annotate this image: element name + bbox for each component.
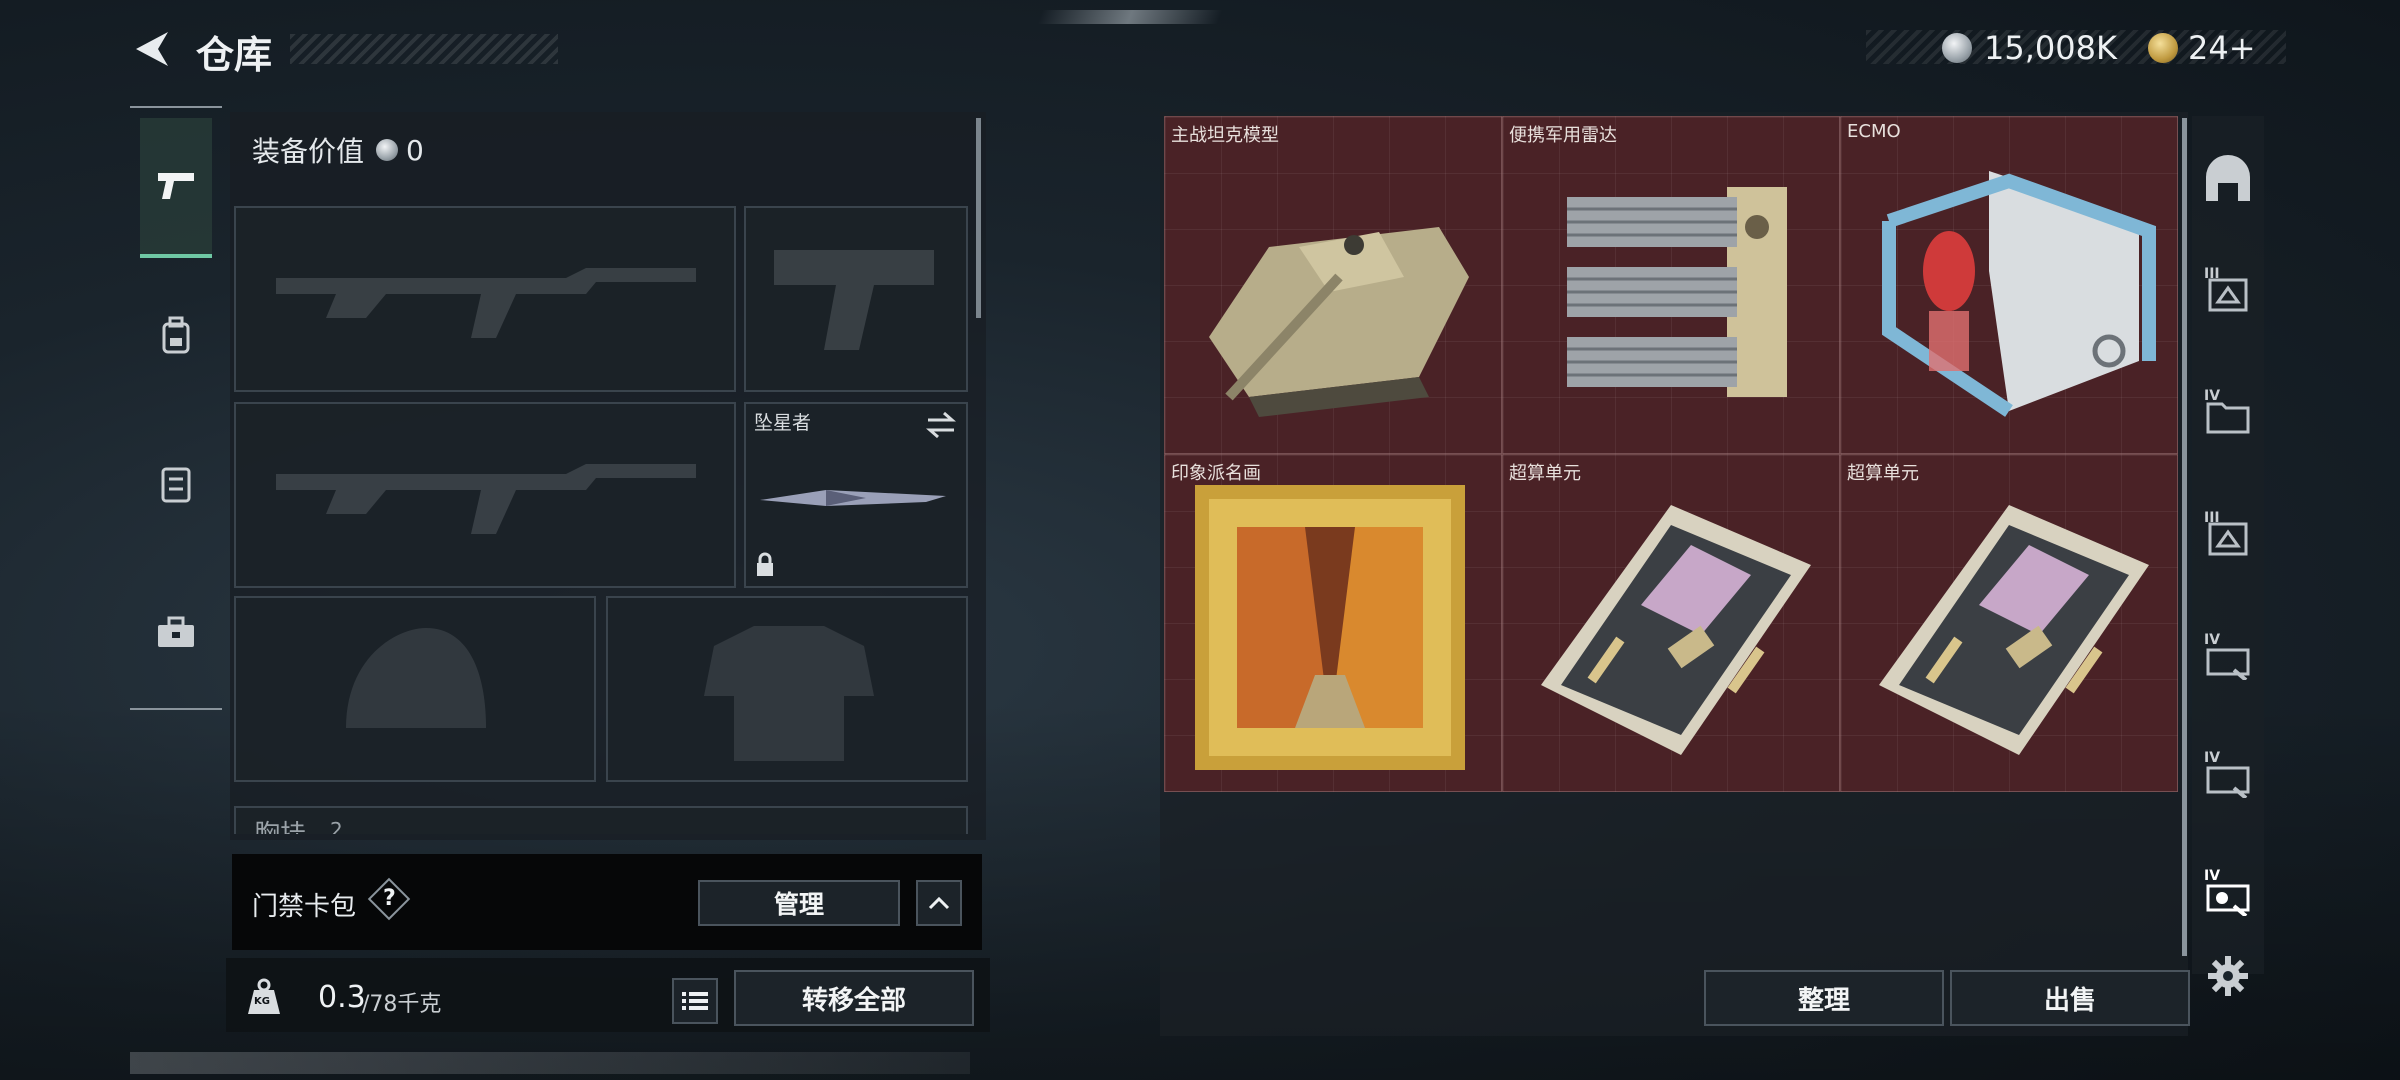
painting-icon: [1195, 485, 1465, 770]
sidebar-top-rule: [130, 106, 222, 108]
container-filter-5[interactable]: IV: [2196, 746, 2260, 810]
primary-weapon-slot[interactable]: [234, 206, 736, 392]
stash-item-supercomputer-unit[interactable]: 超算单元: [1840, 454, 2178, 792]
item-label: 便携军用雷达: [1509, 125, 1617, 146]
stash-home-icon: [2206, 155, 2250, 201]
item-label: 超算单元: [1847, 463, 1919, 484]
tab-rig[interactable]: [140, 436, 212, 532]
tier-label: IV: [2204, 750, 2221, 766]
tank-model-icon: [1209, 227, 1469, 417]
container-filter-4[interactable]: IV: [2196, 628, 2260, 692]
currency-primary[interactable]: 15,008K: [1942, 28, 2117, 68]
equipment-value-label: 装备价值: [252, 135, 365, 168]
keycard-bar[interactable]: 门禁卡包 ? ? 管理: [232, 854, 982, 950]
currency-primary-value: 15,008K: [1984, 29, 2117, 67]
weight-current: 0.3: [318, 980, 366, 1015]
settings-button[interactable]: [2196, 944, 2260, 1008]
melee-slot[interactable]: 坠星者: [744, 402, 968, 588]
equipment-value: 装备价值 0: [252, 130, 424, 170]
equipment-value-amount: 0: [406, 133, 424, 167]
title-decoration: [290, 34, 558, 64]
item-label: ECMO: [1847, 121, 1901, 142]
stash-item-supercomputer-unit[interactable]: 超算单元: [1502, 454, 1840, 792]
weight-max: /78千克: [362, 992, 442, 1017]
item-label: 主战坦克模型: [1171, 125, 1279, 146]
gold-coin-icon: [2148, 33, 2178, 63]
right-rail-scrollbar[interactable]: [2182, 118, 2187, 956]
background-light: [1037, 10, 1223, 24]
body-armor-slot[interactable]: [606, 596, 968, 782]
helmet-slot[interactable]: [234, 596, 596, 782]
sort-button[interactable]: 整理: [1704, 970, 1944, 1026]
list-view-button[interactable]: [672, 978, 718, 1024]
stash-item-tank-model[interactable]: 主战坦克模型: [1164, 116, 1502, 454]
currency-secondary[interactable]: 24+: [2148, 28, 2256, 68]
tier-label: IV: [2204, 868, 2221, 884]
melee-slot-label: 坠星者: [754, 412, 812, 434]
container-filter-2[interactable]: IV: [2196, 384, 2260, 448]
sidebar-bottom-rule: [130, 708, 222, 710]
ecmo-machine-icon: [1882, 171, 2156, 417]
currency-secondary-value: 24+: [2188, 29, 2256, 67]
page-title: 仓库: [196, 33, 273, 77]
lock-icon: [757, 552, 773, 576]
armor-silhouette-icon: [704, 626, 874, 761]
silver-coin-icon: [376, 139, 399, 161]
container-filter-6[interactable]: IV: [2196, 864, 2260, 928]
swap-icon[interactable]: [924, 410, 958, 440]
stash-item-ecmo[interactable]: ECMO: [1840, 116, 2178, 454]
helmet-silhouette-icon: [346, 628, 486, 728]
tab-toolbox[interactable]: [140, 584, 212, 680]
stash-item-portable-radar[interactable]: 便携军用雷达: [1502, 116, 1840, 454]
weight-icon-text: KG: [254, 996, 270, 1007]
circuit-board-icon: [1879, 505, 2149, 755]
secondary-weapon-slot[interactable]: [234, 402, 736, 588]
circuit-board-icon: [1541, 505, 1811, 755]
gear-icon: [2208, 956, 2248, 996]
back-arrow-icon: [136, 32, 168, 66]
rifle-silhouette-icon: [276, 268, 696, 338]
transfer-all-button[interactable]: 转移全部: [734, 970, 974, 1026]
bottom-status-strip: [130, 1052, 970, 1074]
loadout-scrollbar[interactable]: [976, 118, 981, 318]
pistol-silhouette-icon: [774, 250, 934, 350]
chest-rig-slot[interactable]: 胸挂 2: [234, 806, 968, 834]
list-icon: [682, 992, 708, 1010]
container-filter-1[interactable]: III: [2196, 262, 2260, 326]
collapse-button[interactable]: [916, 880, 962, 926]
item-label: 超算单元: [1509, 463, 1581, 484]
rifle-silhouette-icon: [276, 464, 696, 534]
toolbox-icon: [158, 616, 194, 647]
pistol-icon: [158, 173, 194, 199]
stash-home-button[interactable]: [2196, 148, 2260, 212]
sidearm-slot[interactable]: [744, 206, 968, 392]
manage-button[interactable]: 管理: [698, 880, 900, 926]
tab-armor[interactable]: [140, 288, 212, 384]
chevron-up-icon: [928, 896, 950, 910]
back-button[interactable]: [128, 26, 174, 72]
stash-item-impressionist-painting[interactable]: 印象派名画: [1164, 454, 1502, 792]
tier-label: III: [2204, 266, 2220, 282]
silver-coin-icon: [1942, 33, 1972, 63]
radar-icon: [1567, 187, 1787, 397]
keycard-label: 门禁卡包: [252, 892, 357, 922]
keycard-help-mark: ?: [383, 886, 396, 911]
chest-rig-count: 2: [330, 818, 343, 834]
vest-icon: [161, 467, 191, 503]
sell-button[interactable]: 出售: [1950, 970, 2190, 1026]
tier-label: IV: [2204, 388, 2221, 404]
chest-rig-label: 胸挂: [254, 814, 306, 834]
tier-label: III: [2204, 510, 2220, 526]
backpack-icon: [162, 316, 190, 354]
knife-item-icon: [760, 490, 946, 506]
tab-weapons[interactable]: [140, 118, 212, 258]
tier-label: IV: [2204, 632, 2221, 648]
container-filter-3[interactable]: III: [2196, 506, 2260, 570]
